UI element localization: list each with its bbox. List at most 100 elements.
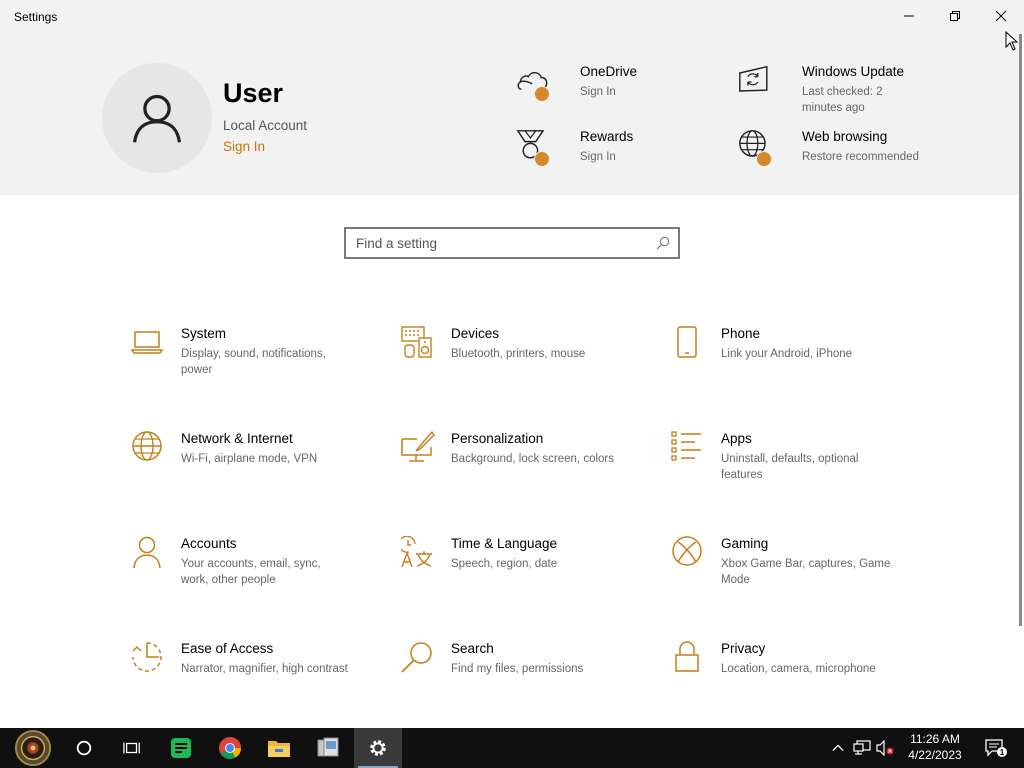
task-view-button[interactable]	[108, 728, 156, 768]
clock-date: 4/22/2023	[908, 748, 962, 762]
chevron-up-icon	[832, 744, 844, 752]
tray-overflow-button[interactable]	[828, 728, 848, 768]
title-bar: Settings	[0, 0, 1024, 34]
magnifier-icon	[401, 641, 435, 675]
account-type: Local Account	[223, 118, 308, 133]
avatar[interactable]	[102, 63, 212, 173]
tile-desc: Bluetooth, printers, mouse	[451, 348, 586, 360]
restore-button[interactable]	[932, 0, 978, 32]
tile-phone[interactable]: Phone Link your Android, iPhone	[671, 326, 911, 406]
taskbar-notes-app[interactable]	[157, 728, 205, 768]
tile-apps[interactable]: Apps Uninstall, defaults, optional featu…	[671, 431, 911, 511]
tile-network[interactable]: Network & Internet Wi-Fi, airplane mode,…	[131, 431, 371, 511]
taskbar-clock[interactable]: 11:26 AM 4/22/2023	[898, 731, 972, 763]
clock-time: 11:26 AM	[910, 732, 960, 746]
taskbar-chrome[interactable]	[206, 728, 254, 768]
lock-icon	[671, 641, 705, 675]
user-name: User	[223, 78, 284, 108]
personalization-icon	[401, 430, 435, 465]
tile-time-language[interactable]: Time & Language Speech, region, date	[398, 535, 641, 616]
tile-desc: Display, sound, notifications, power	[181, 348, 326, 376]
windows-update-subtitle: Last checked: 2 minutes ago	[802, 86, 883, 114]
minimize-button[interactable]	[886, 0, 932, 32]
rewards-medal-icon	[516, 129, 556, 169]
tile-name: Phone	[721, 326, 761, 341]
rewards-item[interactable]: Rewards Sign In	[516, 129, 716, 179]
tile-name: Apps	[721, 431, 752, 446]
notes-app-icon	[171, 738, 191, 758]
devices-icon	[401, 326, 435, 360]
tile-name: System	[181, 326, 227, 341]
tile-accounts[interactable]: Accounts Your accounts, email, sync, wor…	[131, 536, 371, 616]
tile-name: Personalization	[451, 431, 544, 446]
taskbar-app[interactable]	[304, 728, 352, 768]
chrome-icon	[219, 737, 241, 759]
tile-search[interactable]: Search Find my files, permissions	[401, 641, 641, 721]
tile-desc: Speech, region, date	[451, 558, 558, 570]
user-avatar-icon	[132, 94, 182, 143]
tile-desc: Narrator, magnifier, high contrast	[181, 663, 348, 675]
start-button[interactable]	[6, 728, 60, 768]
cortana-button[interactable]	[60, 728, 108, 768]
tile-system[interactable]: System Display, sound, notifications, po…	[130, 326, 371, 406]
onedrive-cloud-icon	[516, 64, 556, 104]
phone-icon	[671, 326, 705, 360]
sign-in-link[interactable]: Sign In	[223, 139, 265, 154]
app-window-icon	[317, 737, 339, 757]
tile-privacy[interactable]: Privacy Location, camera, microphone	[671, 641, 911, 721]
tile-name: Network & Internet	[181, 431, 293, 446]
window-title: Settings	[14, 10, 58, 24]
rewards-title: Rewards	[580, 129, 634, 144]
folder-icon	[268, 741, 290, 757]
tile-desc: Link your Android, iPhone	[721, 348, 853, 360]
tile-desc: Xbox Game Bar, captures, Game Mode	[721, 558, 891, 586]
close-icon	[995, 10, 1007, 22]
network-icon	[853, 740, 871, 755]
start-orb-icon	[14, 729, 52, 767]
notification-icon: 1	[985, 739, 1007, 757]
tile-desc: Wi-Fi, airplane mode, VPN	[181, 453, 318, 465]
onedrive-title: OneDrive	[580, 64, 638, 79]
tray-network[interactable]	[850, 728, 874, 768]
person-icon	[131, 536, 165, 570]
tile-desc: Uninstall, defaults, optional features	[721, 453, 859, 481]
windows-update-item[interactable]: Windows Update Last checked: 2 minutes a…	[738, 64, 938, 114]
gear-icon	[370, 740, 386, 756]
tile-desc: Location, camera, microphone	[721, 663, 876, 675]
action-center-button[interactable]: 1	[978, 728, 1014, 768]
tile-name: Privacy	[721, 641, 766, 656]
search-input[interactable]	[356, 234, 646, 252]
xbox-icon	[671, 536, 705, 570]
tray-volume[interactable]	[874, 728, 896, 768]
tile-devices[interactable]: Devices Bluetooth, printers, mouse	[401, 326, 641, 406]
scrollbar[interactable]	[1019, 34, 1022, 626]
windows-update-icon	[738, 64, 778, 104]
windows-update-title: Windows Update	[802, 64, 905, 79]
ease-of-access-icon	[131, 641, 165, 675]
tile-name: Time & Language	[451, 536, 558, 551]
rewards-subtitle: Sign In	[580, 151, 616, 163]
restore-icon	[950, 11, 960, 21]
web-browsing-title: Web browsing	[802, 129, 888, 144]
onedrive-subtitle: Sign In	[580, 86, 616, 98]
tile-desc: Your accounts, email, sync, work, other …	[181, 558, 321, 586]
taskbar-settings[interactable]	[354, 728, 402, 768]
web-browsing-item[interactable]: Web browsing Restore recommended	[738, 129, 938, 179]
globe-icon	[131, 431, 165, 465]
web-browsing-subtitle: Restore recommended	[802, 151, 919, 163]
taskbar-file-explorer[interactable]	[255, 728, 303, 768]
tile-personalization[interactable]: Personalization Background, lock screen,…	[401, 430, 641, 511]
taskbar: 11:26 AM 4/22/2023 1	[0, 728, 1024, 768]
task-view-icon	[123, 742, 140, 754]
tile-name: Gaming	[721, 536, 769, 551]
tile-name: Devices	[451, 326, 500, 341]
tile-gaming[interactable]: Gaming Xbox Game Bar, captures, Game Mod…	[671, 536, 911, 616]
onedrive-item[interactable]: OneDrive Sign In	[516, 64, 716, 114]
tile-ease-of-access[interactable]: Ease of Access Narrator, magnifier, high…	[131, 641, 371, 721]
account-header: User Local Account Sign In OneDrive Sign…	[0, 34, 1020, 195]
close-button[interactable]	[978, 0, 1024, 32]
search-icon[interactable]	[656, 236, 670, 250]
laptop-icon	[130, 326, 165, 360]
search-box[interactable]	[344, 227, 680, 259]
globe-icon	[738, 129, 778, 169]
